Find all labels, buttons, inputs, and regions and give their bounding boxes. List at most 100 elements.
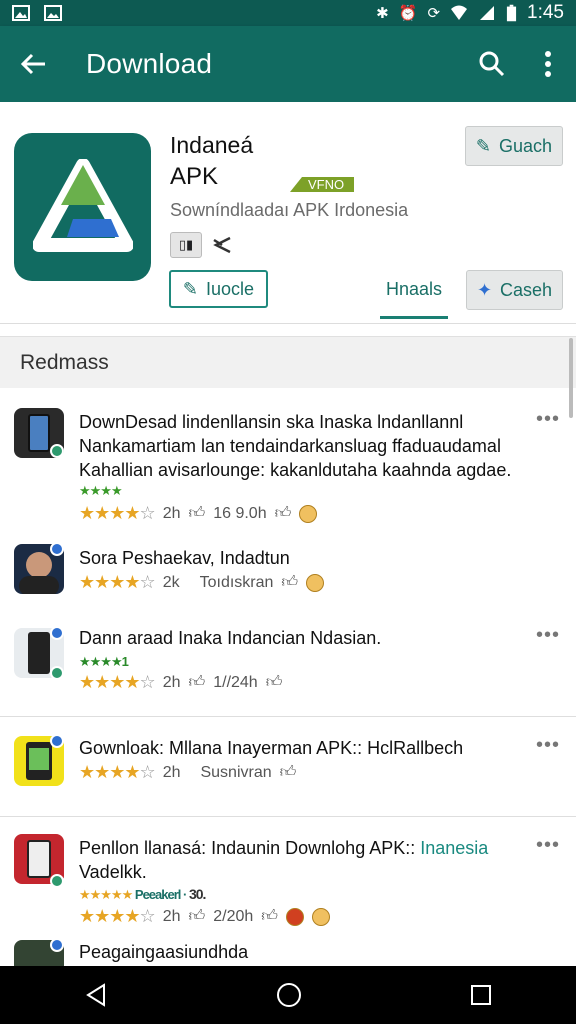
page-title: Download	[86, 48, 213, 79]
item-count: 16 9.0h	[213, 504, 267, 522]
app-subtitle: Sowníndlaadaı APK Irdonesia	[170, 200, 409, 220]
gallery-notification-icon	[44, 5, 62, 21]
edit-icon: ✎	[182, 278, 199, 299]
item-title-text: Penllon llanasá: Indaunin Downlohg APK::	[79, 838, 416, 858]
item-title: DownDesad lindenllansin ska Inaska lndan…	[79, 412, 512, 480]
item-time: 2k	[162, 573, 180, 591]
item-meta: ★★★★☆ 2h Susnivran 👍︎	[79, 762, 296, 783]
item-title-rest: Mllana Inayerman APK:: HclRallbech	[164, 738, 464, 758]
rating-stars: ★★★★☆	[79, 906, 156, 926]
top-action-button[interactable]: ✎ Guach	[465, 126, 563, 166]
app-logo-icon	[32, 159, 133, 252]
more-vert-icon	[545, 51, 551, 77]
verified-badge	[50, 874, 64, 888]
emoji-icon	[306, 573, 325, 592]
item-title-link[interactable]: Inanesia	[420, 838, 488, 858]
clock-time: 1:45	[527, 2, 564, 23]
thumbs-up-icon[interactable]: 👍︎	[261, 907, 278, 926]
thumbs-up-icon[interactable]: 👍︎	[188, 673, 205, 692]
small-rating: ★★★★	[79, 483, 123, 498]
nav-back-icon[interactable]	[84, 983, 108, 1007]
more-horiz-icon[interactable]: •••	[536, 408, 560, 431]
emoji-icon	[299, 504, 318, 523]
right-action-button[interactable]: ✦ Caseh	[466, 270, 563, 310]
top-action-label: Guach	[499, 135, 553, 156]
item-count: Susnivran	[200, 763, 272, 781]
battery-icon	[506, 4, 517, 22]
item-meta: ★★★★☆ 2h 👍︎ 2/20h 👍︎	[79, 906, 330, 927]
app-mini-icons: ▯▮	[170, 232, 234, 258]
section-header: Redmass	[0, 336, 576, 388]
arrow-left-icon	[20, 53, 45, 75]
app-name-line1: Indaneá	[170, 132, 254, 158]
verified-badge	[50, 938, 64, 952]
search-icon	[479, 51, 505, 77]
more-horiz-icon[interactable]: •••	[536, 624, 560, 647]
app-icon	[14, 133, 151, 281]
app-name: Indaneá APK	[170, 130, 253, 192]
overflow-menu-button[interactable]	[520, 26, 576, 102]
left-action-button[interactable]: ✎ Iuocle	[169, 270, 268, 308]
share-icon[interactable]	[210, 234, 234, 256]
item-time: 2h	[162, 673, 181, 691]
app-name-line2: APK	[170, 163, 219, 190]
app-bar: Download	[0, 26, 576, 102]
verified-badge	[50, 444, 64, 458]
emoji-icon	[286, 907, 304, 926]
thumbs-up-icon[interactable]: 👍︎	[275, 504, 292, 523]
verified-badge	[50, 666, 64, 680]
item-count: Toıdıskran	[199, 573, 274, 591]
item-title: Dann araad Inaka Indancian Ndasian.	[79, 626, 516, 650]
item-count: 1//24h	[213, 673, 258, 691]
thumbs-up-icon[interactable]: 👍︎	[281, 573, 298, 592]
small-rating: ★★★★1	[79, 654, 129, 669]
thumbs-up-icon[interactable]: 👍︎	[188, 504, 205, 523]
small-number: 30.	[188, 886, 206, 902]
bluetooth-icon: ✱	[376, 5, 389, 22]
status-bar: ✱ ⏰ ⟳ 1:45	[0, 0, 576, 26]
item-title-rest: Inaka Indancian Ndasian.	[173, 628, 382, 648]
divider	[0, 716, 576, 717]
image-notification-icon	[12, 5, 30, 21]
version-tag: VFNO	[290, 177, 355, 192]
rating-stars: ★★★★☆	[79, 762, 156, 782]
thumbs-up-icon[interactable]: 👍︎	[266, 673, 283, 692]
item-title-bold: Gownloak:	[79, 738, 165, 758]
item-title: Penllon llanasá: Indaunin Downlohg APK::…	[79, 836, 516, 884]
item-meta: ★★★★☆ 2k Toıdıskran 👍︎	[79, 572, 325, 593]
left-action-label: Iuocle	[206, 278, 255, 299]
item-title: Sora Peshaekav, Indadtun	[79, 548, 290, 568]
more-horiz-icon[interactable]: •••	[536, 834, 560, 857]
small-label: Peeakerl ·	[134, 887, 187, 902]
thumbs-up-icon[interactable]: 👍︎	[188, 907, 205, 926]
item-time: 2h	[162, 907, 181, 925]
pen-icon: ✎	[475, 135, 492, 156]
item-title-bold: Dann araad	[79, 628, 174, 648]
item-title-line2: Vadelkk.	[79, 862, 147, 882]
small-rating: ★★★★★ Peeakerl · 30.	[79, 886, 206, 902]
verified-badge	[50, 626, 64, 640]
rating-badge-icon: ▯▮	[170, 232, 202, 258]
alarm-icon: ⏰	[398, 5, 418, 22]
thumbs-up-icon[interactable]: 👍︎	[280, 763, 297, 782]
search-button[interactable]	[464, 26, 520, 102]
signal-icon	[480, 6, 495, 20]
app-header: Indaneá APK VFNO Sowníndlaadaı APK Irdon…	[0, 102, 576, 324]
nav-recents-icon[interactable]	[470, 984, 492, 1006]
more-horiz-icon[interactable]: •••	[536, 734, 560, 757]
item-time: 2h	[162, 504, 181, 522]
back-button[interactable]	[0, 26, 66, 102]
item-meta: ★★★★☆ 2h 👍︎ 16 9.0h 👍︎	[79, 503, 318, 524]
wifi-icon	[451, 5, 468, 20]
review-list: DownDesad lindenllansin ska Inaska lndan…	[0, 388, 576, 966]
item-meta: ★★★★☆ 2h 👍︎ 1//24h 👍︎	[79, 672, 282, 693]
verified-badge	[50, 542, 64, 556]
item-title: Peagaingaasiundhda	[79, 942, 249, 962]
item-title: Gownloak: Mllana Inayerman APK:: HclRall…	[79, 736, 516, 760]
sync-icon: ⟳	[427, 5, 441, 22]
tab-hnaals[interactable]: Hnaals	[380, 268, 448, 319]
nav-home-icon[interactable]	[276, 982, 302, 1008]
item-time: 2h	[162, 763, 181, 781]
right-action-label: Caseh	[500, 279, 553, 300]
emoji-icon	[312, 907, 330, 926]
